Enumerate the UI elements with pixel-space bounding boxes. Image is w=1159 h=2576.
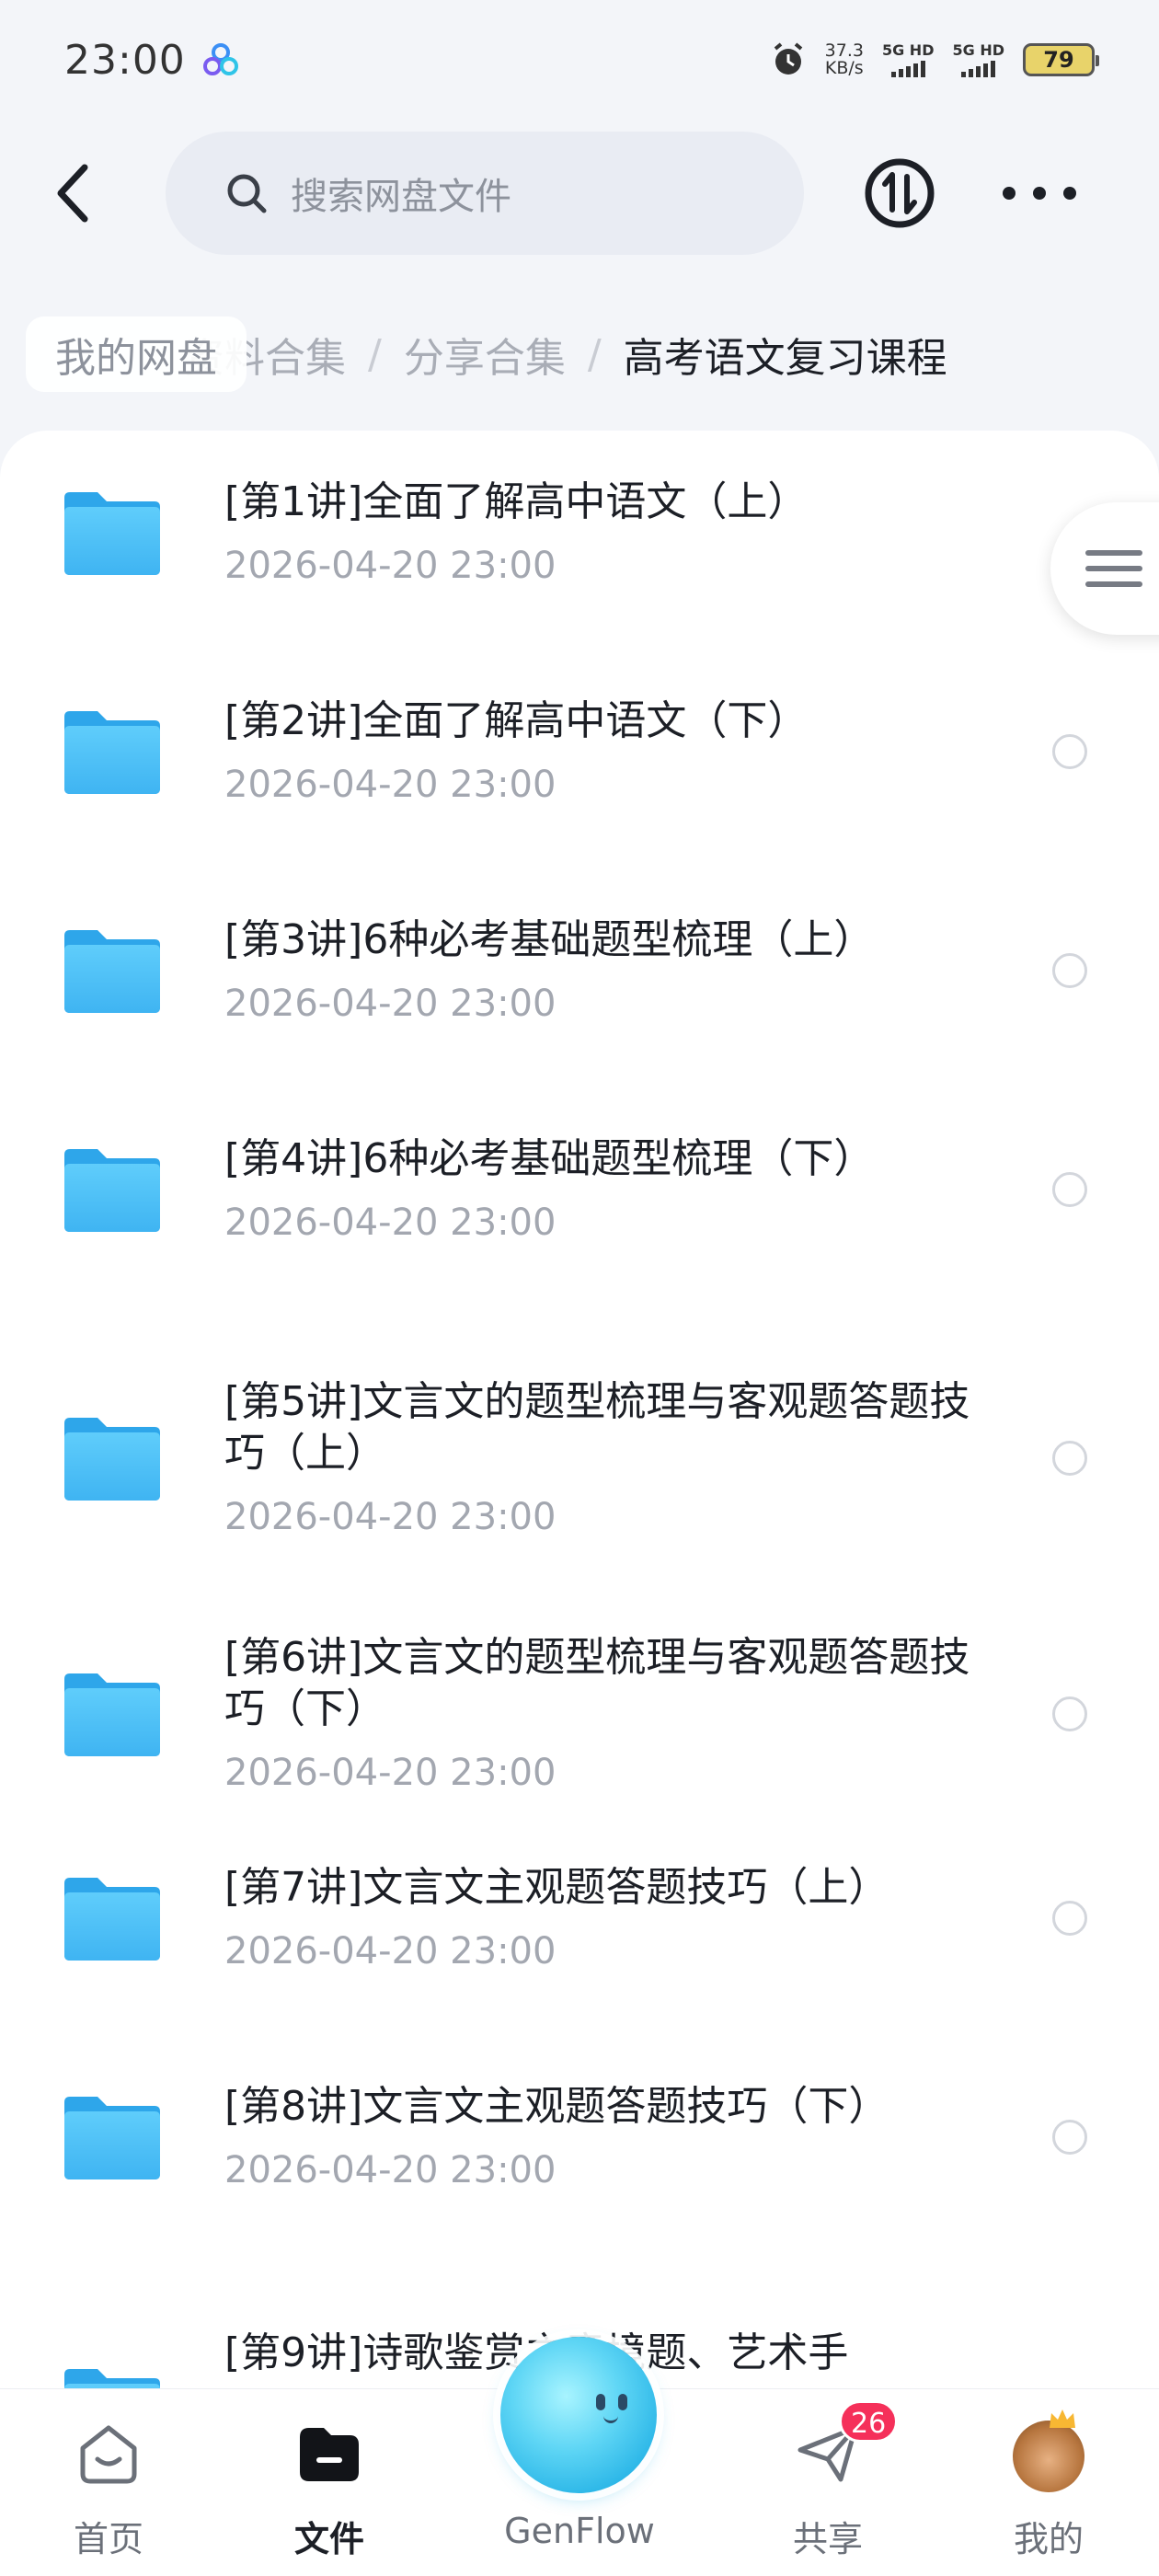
status-time: 23:00 (64, 36, 186, 84)
breadcrumb-separator: / (587, 330, 602, 378)
genflow-orb-icon[interactable] (500, 2337, 657, 2493)
nav-home-label: 首页 (73, 2519, 143, 2559)
crown-icon (1050, 2409, 1075, 2428)
file-date: 2026-04-20 23:00 (224, 2149, 557, 2191)
file-title: [第6讲]文言文的题型梳理与客观题答题技巧（下） (224, 1634, 970, 1732)
nav-files[interactable]: 文件 (247, 2417, 412, 2564)
file-info: [第2讲]全面了解高中语文（下） 2026-04-20 23:00 (224, 696, 997, 808)
transfer-icon[interactable] (863, 156, 936, 230)
share-badge: 26 (839, 2400, 899, 2443)
breadcrumb-separator: / (368, 330, 382, 378)
net-speed-unit: KB/s (824, 58, 864, 78)
file-title: [第7讲]文言文主观题答题技巧（上） (224, 1864, 889, 1911)
nav-files-label: 文件 (293, 2519, 364, 2559)
sim1-label: 5G HD (881, 40, 935, 59)
search-input[interactable]: 搜索网盘文件 (166, 132, 804, 255)
breadcrumb-item[interactable]: 分享合集 (404, 325, 566, 384)
file-date: 2026-04-20 23:00 (224, 1202, 557, 1244)
file-info: [第6讲]文言文的题型梳理与客观题答题技巧（下） 2026-04-20 23:00 (224, 1632, 997, 1796)
sim2-signal: 5G HD (952, 40, 1004, 77)
file-title: [第5讲]文言文的题型梳理与客观题答题技巧（上） (224, 1378, 970, 1477)
file-title: [第1讲]全面了解高中语文（上） (224, 478, 809, 525)
file-title: [第3讲]6种必考基础题型梳理（上） (224, 916, 875, 963)
signal-bars-icon (890, 60, 925, 77)
network-speed: 37.3 KB/s (825, 42, 864, 77)
select-checkbox[interactable] (1052, 1901, 1087, 1936)
breadcrumb: 资料合集 / 分享合集 / 高考语文复习课程 我的网盘 (0, 304, 1159, 405)
file-date: 2026-04-20 23:00 (224, 1496, 557, 1538)
avatar (1013, 2409, 1084, 2492)
folder-icon (64, 1878, 160, 1961)
file-date: 2026-04-20 23:00 (224, 545, 557, 587)
file-list: [第1讲]全面了解高中语文（上） 2026-04-20 23:00 [第2讲]全面了… (0, 431, 1159, 2576)
folder-icon (64, 930, 160, 1013)
file-info: [第5讲]文言文的题型梳理与客观题答题技巧（上） 2026-04-20 23:00 (224, 1376, 997, 1540)
breadcrumb-path: 资料合集 / 分享合集 / 高考语文复习课程 (184, 304, 947, 405)
app-notification-icon (202, 43, 238, 75)
select-checkbox[interactable] (1052, 1172, 1087, 1207)
battery-level: 79 (1043, 47, 1074, 73)
file-title: [第4讲]6种必考基础题型梳理（下） (224, 1135, 875, 1182)
folder-icon (64, 1673, 160, 1756)
breadcrumb-current: 高考语文复习课程 (623, 335, 947, 382)
folder-icon (64, 2097, 160, 2179)
nav-mine[interactable]: 我的 (966, 2409, 1131, 2564)
nav-share[interactable]: 26 共享 (745, 2400, 911, 2564)
file-info: [第3讲]6种必考基础题型梳理（上） 2026-04-20 23:00 (224, 914, 997, 1027)
side-menu-handle[interactable] (1050, 502, 1159, 635)
file-date: 2026-04-20 23:00 (224, 983, 557, 1025)
select-checkbox[interactable] (1052, 1441, 1087, 1476)
sim2-label: 5G HD (952, 40, 1004, 59)
battery-indicator: 79 (1023, 43, 1099, 76)
breadcrumb-home[interactable]: 我的网盘 (26, 316, 247, 392)
file-date: 2026-04-20 23:00 (224, 764, 557, 806)
file-title: [第2讲]全面了解高中语文（下） (224, 697, 809, 744)
home-icon (80, 2425, 137, 2484)
nav-mine-avatar-wrap (1013, 2409, 1084, 2492)
nav-genflow-label: GenFlow (504, 2511, 655, 2551)
select-checkbox[interactable] (1052, 734, 1087, 769)
nav-home[interactable]: 首页 (26, 2417, 191, 2564)
search-placeholder: 搜索网盘文件 (291, 176, 511, 218)
nav-mine-label: 我的 (1013, 2519, 1084, 2559)
file-info: [第4讲]6种必考基础题型梳理（下） 2026-04-20 23:00 (224, 1133, 997, 1246)
folder-icon (64, 492, 160, 575)
folder-icon (64, 1149, 160, 1232)
file-title: [第8讲]文言文主观题答题技巧（下） (224, 2083, 889, 2130)
file-info: [第7讲]文言文主观题答题技巧（上） 2026-04-20 23:00 (224, 1862, 997, 1974)
more-options-icon[interactable] (1003, 175, 1076, 212)
select-checkbox[interactable] (1052, 2120, 1087, 2155)
select-checkbox[interactable] (1052, 953, 1087, 988)
select-checkbox[interactable] (1052, 1696, 1087, 1731)
file-date: 2026-04-20 23:00 (224, 1930, 557, 1972)
sim1-signal: 5G HD (881, 40, 935, 77)
nav-share-label: 共享 (792, 2519, 863, 2559)
file-info: [第1讲]全面了解高中语文（上） 2026-04-20 23:00 (224, 477, 997, 589)
folder-icon (64, 1418, 160, 1501)
signal-bars-icon (961, 60, 996, 77)
status-indicators: 37.3 KB/s 5G HD 5G HD 79 (770, 40, 1099, 78)
search-icon (227, 174, 267, 213)
file-info: [第8讲]文言文主观题答题技巧（下） 2026-04-20 23:00 (224, 2081, 997, 2193)
back-arrow-icon[interactable] (46, 156, 101, 230)
file-date: 2026-04-20 23:00 (224, 1752, 557, 1794)
status-bar: 23:00 37.3 KB/s 5G HD 5G HD 79 (0, 0, 1159, 120)
top-bar: 搜索网盘文件 (0, 129, 1159, 258)
folder-icon (300, 2428, 359, 2481)
alarm-icon (774, 42, 802, 75)
folder-icon (64, 711, 160, 794)
